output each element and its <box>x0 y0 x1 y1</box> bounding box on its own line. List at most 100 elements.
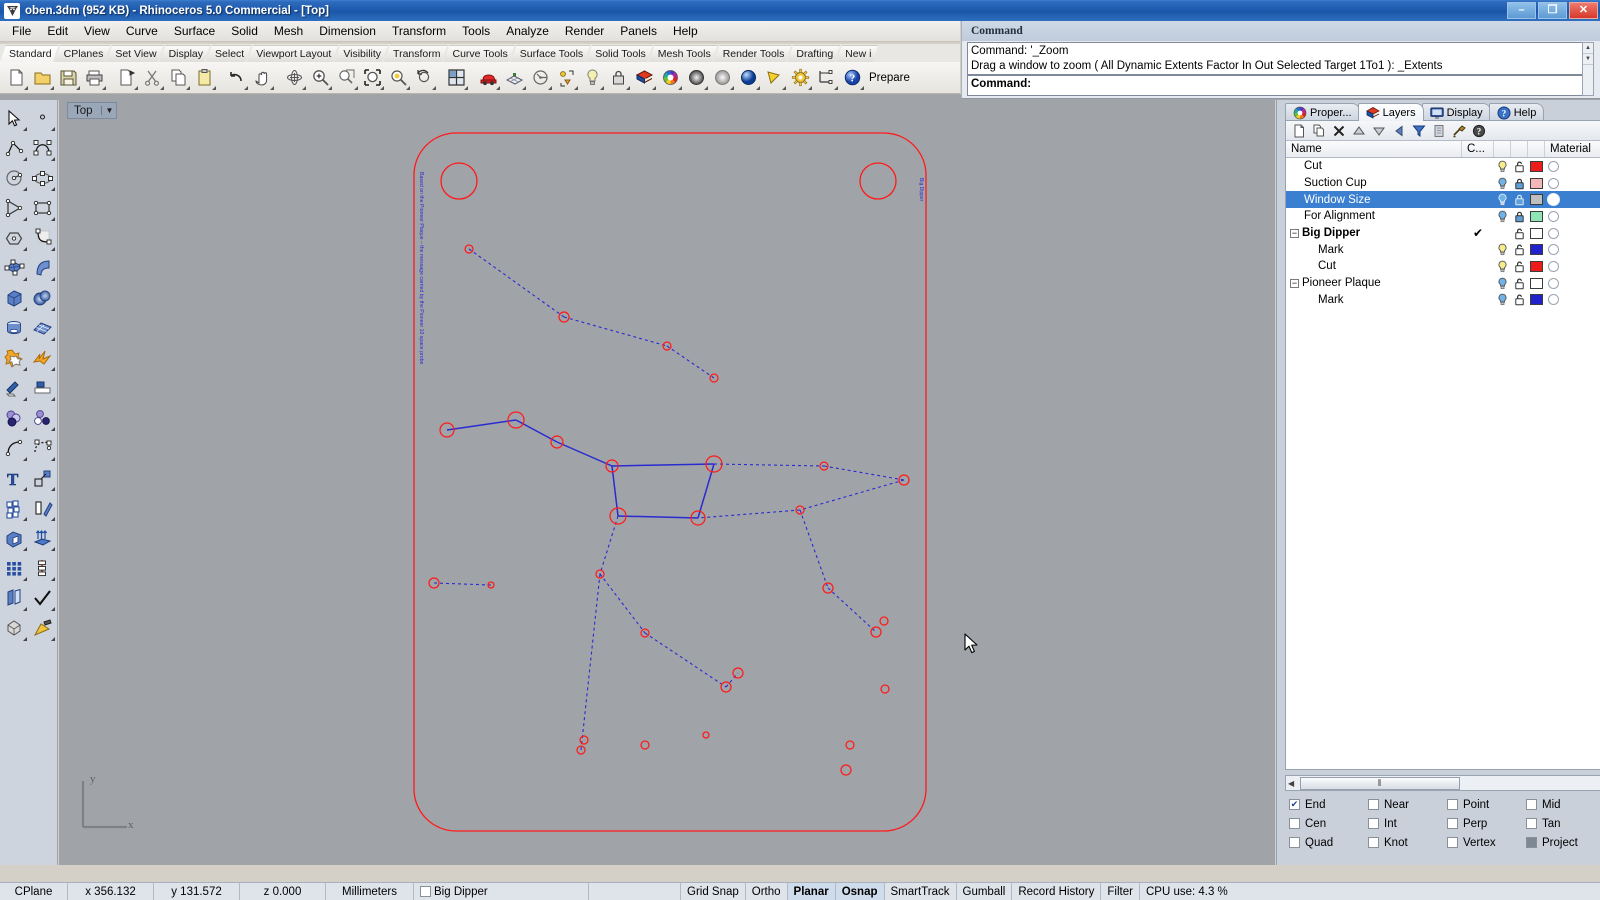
set-view-icon[interactable] <box>527 65 553 91</box>
layer-visibility-toggle[interactable] <box>1494 177 1511 190</box>
help-question-icon-dropdown-corner[interactable] <box>860 85 864 90</box>
menu-item-transform[interactable]: Transform <box>384 22 454 40</box>
color-wheel-icon[interactable] <box>657 65 683 91</box>
layer-row[interactable]: Suction Cup <box>1286 175 1600 192</box>
status-toggle-grid-snap[interactable]: Grid Snap <box>681 882 746 900</box>
rectangular-array-icon-flyout-corner[interactable] <box>22 577 27 581</box>
render-car-icon[interactable] <box>475 65 501 91</box>
layer-lock-toggle[interactable] <box>1511 293 1528 306</box>
osnap-quad[interactable]: Quad <box>1285 833 1364 852</box>
mirror-move-icon-flyout-corner[interactable] <box>51 517 55 521</box>
menu-item-surface[interactable]: Surface <box>166 22 223 40</box>
viewport-label[interactable]: Top ▼ <box>67 102 118 119</box>
layer-help-icon[interactable]: ? <box>1469 122 1489 140</box>
box-solid-icon[interactable] <box>0 283 29 313</box>
layer-color-swatch-box[interactable] <box>1530 177 1543 189</box>
rotate-view-icon-dropdown-corner[interactable] <box>302 85 306 90</box>
surface-sweep-icon[interactable] <box>29 253 58 283</box>
explode-icon[interactable] <box>29 343 58 373</box>
array-icon[interactable] <box>0 493 29 523</box>
curve-icon-flyout-corner[interactable] <box>51 157 55 161</box>
layer-color-swatch[interactable] <box>1528 260 1545 272</box>
layer-color-swatch-box[interactable] <box>1530 294 1543 306</box>
osnap-point[interactable]: Point <box>1443 795 1522 814</box>
split-icon-flyout-corner[interactable] <box>51 397 55 401</box>
layer-row[interactable]: Mark <box>1286 292 1600 309</box>
layer-expander-icon[interactable]: − <box>1290 228 1299 238</box>
boolean-union-icon-flyout-corner[interactable] <box>22 367 27 371</box>
blend-icon[interactable] <box>0 403 29 433</box>
text-tool-icon-flyout-corner[interactable] <box>22 487 27 491</box>
mirror-move-icon[interactable] <box>29 493 58 523</box>
offset-surface-icon-flyout-corner[interactable] <box>22 607 27 611</box>
osnap-checkbox-perp[interactable] <box>1447 818 1458 829</box>
layer-lock-toggle[interactable] <box>1511 277 1528 290</box>
layer-name-cell[interactable]: Window Size <box>1286 194 1462 206</box>
polygon-triangle-icon[interactable] <box>0 193 29 223</box>
menu-item-curve[interactable]: Curve <box>118 22 166 40</box>
menu-item-analyze[interactable]: Analyze <box>498 22 557 40</box>
layer-visibility-toggle[interactable] <box>1494 293 1511 306</box>
osnap-checkbox-knot[interactable] <box>1368 837 1379 848</box>
curve-icon[interactable] <box>29 133 58 163</box>
point-cloud-icon-flyout-corner[interactable] <box>51 427 55 431</box>
status-toggle-ortho[interactable]: Ortho <box>746 882 788 900</box>
delete-layer-icon[interactable] <box>1329 122 1349 140</box>
properties-icon-dropdown-corner[interactable] <box>134 85 138 90</box>
save-icon[interactable] <box>55 65 81 91</box>
polyline-icon[interactable] <box>0 133 29 163</box>
toolbar-tab-new-i[interactable]: New i <box>836 45 878 62</box>
array-icon-flyout-corner[interactable] <box>22 517 27 521</box>
column-header-lock[interactable] <box>1511 141 1528 157</box>
layer-color-swatch-box[interactable] <box>1530 244 1543 256</box>
zoom-window-icon-dropdown-corner[interactable] <box>354 85 358 90</box>
column-header-on[interactable] <box>1494 141 1511 157</box>
rendered-sphere-icon-dropdown-corner[interactable] <box>756 85 760 90</box>
osnap-end[interactable]: ✔ End <box>1285 795 1364 814</box>
trim-icon-flyout-corner[interactable] <box>22 397 27 401</box>
osnap-tan[interactable]: Tan <box>1522 814 1600 833</box>
layer-material-swatch[interactable] <box>1545 227 1562 239</box>
rectangle-icon[interactable] <box>29 193 58 223</box>
select-objects-icon[interactable] <box>553 65 579 91</box>
blend-icon-flyout-corner[interactable] <box>22 427 27 431</box>
zoom-in-icon-dropdown-corner[interactable] <box>328 85 332 90</box>
osnap-checkbox-project[interactable] <box>1526 837 1537 848</box>
menu-item-solid[interactable]: Solid <box>223 22 266 40</box>
toolbar-tab-render-tools[interactable]: Render Tools <box>714 45 792 62</box>
linear-array-icon-flyout-corner[interactable] <box>51 577 55 581</box>
osnap-checkbox-int[interactable] <box>1368 818 1379 829</box>
panel-tab-layers[interactable]: Layers <box>1357 103 1424 121</box>
close-button[interactable]: ✕ <box>1569 2 1598 19</box>
point-icon[interactable] <box>29 103 58 133</box>
viewport-layout-icon[interactable] <box>443 65 469 91</box>
check-ok-icon[interactable] <box>29 583 58 613</box>
select-arrow-icon[interactable] <box>0 103 29 133</box>
layer-color-swatch[interactable] <box>1528 160 1545 172</box>
panel-tab-help[interactable]: ? Help <box>1488 103 1545 121</box>
menu-item-file[interactable]: File <box>4 22 39 40</box>
extrude-icon[interactable] <box>0 523 29 553</box>
layer-visibility-toggle[interactable] <box>1494 260 1511 273</box>
toolbar-tab-select[interactable]: Select <box>206 45 251 62</box>
dimension-icon[interactable] <box>813 65 839 91</box>
layer-color-swatch[interactable] <box>1528 244 1545 256</box>
cylinder-icon-flyout-corner[interactable] <box>22 337 27 341</box>
new-layer-icon[interactable] <box>1289 122 1309 140</box>
layer-material-circle[interactable] <box>1548 227 1559 239</box>
curve-from-object-icon[interactable] <box>0 433 29 463</box>
color-wheel-icon-dropdown-corner[interactable] <box>678 85 682 90</box>
status-toggle-planar[interactable]: Planar <box>787 882 836 900</box>
layer-lock-toggle[interactable] <box>1511 260 1528 273</box>
layer-name-cell[interactable]: − Pioneer Plaque <box>1286 277 1462 289</box>
toolbar-tab-set-view[interactable]: Set View <box>106 45 163 62</box>
layer-color-swatch[interactable] <box>1528 227 1545 239</box>
osnap-vertex[interactable]: Vertex <box>1443 833 1522 852</box>
layer-visibility-toggle[interactable] <box>1494 160 1511 173</box>
layer-material-swatch[interactable] <box>1545 193 1562 207</box>
layer-color-swatch[interactable] <box>1528 210 1545 222</box>
toolbar-tab-cplanes[interactable]: CPlanes <box>55 45 111 62</box>
zoom-selected-icon-dropdown-corner[interactable] <box>406 85 410 90</box>
layer-color-indicator[interactable] <box>420 886 431 897</box>
scroll-thumb[interactable] <box>1583 65 1593 95</box>
